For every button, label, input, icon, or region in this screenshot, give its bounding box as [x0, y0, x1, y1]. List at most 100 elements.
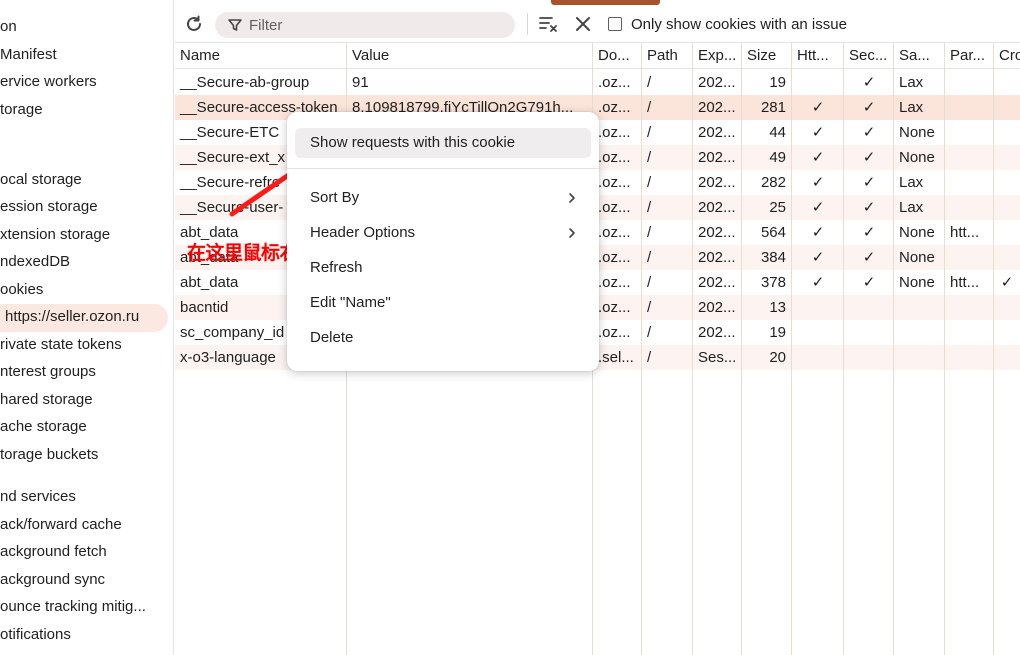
- column-divider[interactable]: [944, 43, 945, 655]
- sidebar-item[interactable]: ackground sync: [0, 570, 105, 590]
- menu-item-refresh[interactable]: Refresh: [295, 253, 591, 283]
- sidebar-item[interactable]: ackground fetch: [0, 542, 107, 562]
- cell-partition: [945, 195, 994, 220]
- sidebar-item[interactable]: nterest groups: [0, 362, 96, 382]
- menu-item-show-requests[interactable]: Show requests with this cookie: [295, 128, 591, 158]
- cell-partition: htt...: [950, 274, 980, 291]
- cell-partition: [945, 345, 994, 370]
- sidebar-item[interactable]: ndexedDB: [0, 252, 70, 272]
- column-header[interactable]: Cro: [994, 43, 1020, 69]
- sidebar-item[interactable]: rivate state tokens: [0, 335, 122, 355]
- sidebar-item[interactable]: on: [0, 17, 17, 37]
- sidebar-item[interactable]: hared storage: [0, 390, 93, 410]
- column-header[interactable]: Do...: [593, 43, 642, 69]
- sidebar-item[interactable]: Manifest: [0, 45, 57, 65]
- sidebar-item[interactable]: torage buckets: [0, 445, 98, 465]
- column-header[interactable]: Size: [742, 43, 792, 69]
- cell-path: /: [647, 149, 652, 166]
- menu-item-sort-by[interactable]: Sort By: [295, 183, 591, 213]
- cell-expires: Ses...: [698, 349, 737, 366]
- cell-samesite: [894, 295, 945, 320]
- cell-httponly: ✓: [811, 149, 825, 166]
- sidebar-item[interactable]: ervice workers: [0, 72, 97, 92]
- cell-samesite: None: [899, 149, 935, 166]
- column-divider[interactable]: [893, 43, 894, 655]
- close-icon[interactable]: [573, 14, 593, 34]
- column-header[interactable]: Name: [175, 43, 347, 69]
- cell-cross: [994, 245, 1020, 270]
- sidebar-item[interactable]: ocal storage: [0, 170, 82, 190]
- menu-item-delete[interactable]: Delete: [295, 323, 591, 353]
- filter-box[interactable]: [215, 12, 515, 38]
- cell-cross: [994, 95, 1020, 120]
- column-divider[interactable]: [741, 43, 742, 655]
- column-divider[interactable]: [843, 43, 844, 655]
- clear-filter-icon[interactable]: [537, 13, 559, 35]
- issue-only-checkbox[interactable]: [608, 17, 622, 31]
- column-header[interactable]: Value: [347, 43, 593, 69]
- cell-expires: 202...: [698, 74, 736, 91]
- cell-secure: ✓: [862, 274, 876, 291]
- column-header[interactable]: Path: [642, 43, 693, 69]
- cell-domain: .oz...: [598, 74, 631, 91]
- cell-httponly: ✓: [811, 174, 825, 191]
- cell-secure: [844, 295, 894, 320]
- column-header[interactable]: Par...: [945, 43, 994, 69]
- column-divider[interactable]: [641, 43, 642, 655]
- filter-input[interactable]: [249, 15, 499, 35]
- cell-path: /: [647, 199, 652, 216]
- menu-item-label: Header Options: [310, 224, 416, 241]
- cell-expires: 202...: [698, 174, 736, 191]
- column-divider[interactable]: [692, 43, 693, 655]
- cell-domain: .oz...: [598, 124, 631, 141]
- cell-httponly: [792, 295, 844, 320]
- cell-partition: [945, 170, 994, 195]
- cell-partition: [945, 120, 994, 145]
- cell-partition: [945, 245, 994, 270]
- cell-cross: [994, 345, 1020, 370]
- cell-secure: ✓: [862, 124, 876, 141]
- column-header[interactable]: Htt...: [792, 43, 844, 69]
- sidebar-item[interactable]: ache storage: [0, 417, 87, 437]
- cell-cross: [994, 320, 1020, 345]
- sidebar-item[interactable]: xtension storage: [0, 225, 110, 245]
- cell-path: /: [647, 349, 652, 366]
- sidebar-item[interactable]: ookies: [0, 280, 43, 300]
- cell-domain: .oz...: [598, 274, 631, 291]
- cell-domain: .sel...: [598, 349, 634, 366]
- cell-httponly: ✓: [811, 99, 825, 116]
- column-header[interactable]: Sa...: [894, 43, 945, 69]
- cell-cross: ✓: [1000, 274, 1014, 291]
- cell-partition: [945, 320, 994, 345]
- sidebar-item[interactable]: ounce tracking mitig...: [0, 597, 146, 617]
- cell-httponly: ✓: [811, 199, 825, 216]
- cell-secure: ✓: [862, 199, 876, 216]
- sidebar-item[interactable]: torage: [0, 100, 43, 120]
- cell-size: 564: [760, 224, 786, 241]
- column-header[interactable]: Exp...: [693, 43, 742, 69]
- cell-size: 49: [769, 149, 786, 166]
- cell-path: /: [647, 249, 652, 266]
- menu-item-header-options[interactable]: Header Options: [295, 218, 591, 248]
- column-divider[interactable]: [993, 43, 994, 655]
- column-divider[interactable]: [791, 43, 792, 655]
- menu-item-edit-name[interactable]: Edit "Name": [295, 288, 591, 318]
- refresh-icon[interactable]: [183, 13, 205, 35]
- sidebar-item[interactable]: otifications: [0, 625, 71, 645]
- filter-icon: [228, 19, 242, 31]
- cell-domain: .oz...: [598, 299, 631, 316]
- cell-secure: ✓: [862, 224, 876, 241]
- cell-samesite: Lax: [899, 199, 924, 216]
- sidebar-item[interactable]: ack/forward cache: [0, 515, 122, 535]
- cell-partition: [945, 295, 994, 320]
- sidebar-item[interactable]: ession storage: [0, 197, 98, 217]
- sidebar-item[interactable]: nd services: [0, 487, 76, 507]
- sidebar-item[interactable]: https://seller.ozon.ru: [5, 307, 139, 327]
- cell-cross: [994, 120, 1020, 145]
- cell-domain: .oz...: [598, 224, 631, 241]
- chevron-right-icon: [569, 193, 575, 203]
- cell-expires: 202...: [698, 99, 736, 116]
- column-header[interactable]: Sec...: [844, 43, 894, 69]
- cell-path: /: [647, 324, 652, 341]
- cell-secure: ✓: [862, 149, 876, 166]
